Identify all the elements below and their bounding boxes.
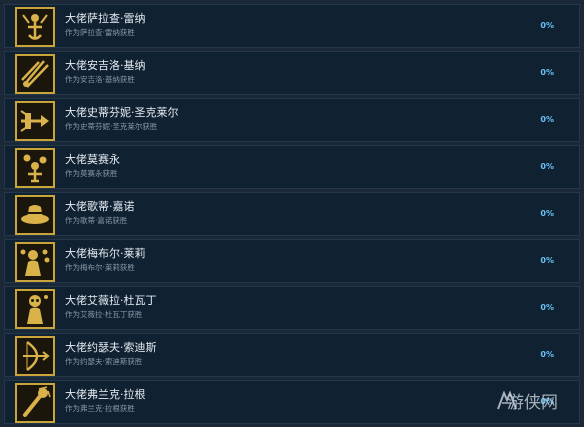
lady-coins-icon bbox=[15, 242, 55, 282]
club-icon bbox=[15, 383, 55, 423]
achievement-title: 大佬歌蒂·嘉诺 bbox=[65, 200, 135, 213]
achievement-row[interactable]: 大佬安吉洛·基纳 作为安吉洛·基纳获胜 0% bbox=[4, 51, 580, 95]
achievement-description: 作为安吉洛·基纳获胜 bbox=[65, 75, 135, 84]
achievement-row[interactable]: 大佬艾薇拉·杜瓦丁 作为艾薇拉·杜瓦丁获胜 0% bbox=[4, 286, 580, 330]
achievement-title: 大佬史蒂芬妮·圣克莱尔 bbox=[65, 106, 179, 119]
achievement-row[interactable]: 大佬莫赛永 作为莫赛永获胜 0% bbox=[4, 145, 580, 189]
archer-icon bbox=[15, 336, 55, 376]
achievement-description: 作为梅布尔·莱莉获胜 bbox=[65, 263, 135, 272]
achievement-row[interactable]: 大佬史蒂芬妮·圣克莱尔 作为史蒂芬妮·圣克莱尔获胜 0% bbox=[4, 98, 580, 142]
achievement-description: 作为歌蒂·嘉诺获胜 bbox=[65, 216, 128, 225]
hat-icon bbox=[15, 195, 55, 235]
achievement-row[interactable]: 大佬梅布尔·莱莉 作为梅布尔·莱莉获胜 0% bbox=[4, 239, 580, 283]
achievement-list: 大佬萨拉查·雷纳 作为萨拉查·雷纳获胜 0% 大佬安吉洛·基纳 作为安吉洛·基纳… bbox=[0, 0, 584, 427]
skull-lady-icon bbox=[15, 289, 55, 329]
achievement-title: 大佬艾薇拉·杜瓦丁 bbox=[65, 294, 157, 307]
achievement-row[interactable]: 大佬约瑟夫·索迪斯 作为约瑟夫·索迪斯获胜 0% bbox=[4, 333, 580, 377]
achievement-description: 作为弗兰克·拉根获胜 bbox=[65, 404, 135, 413]
achievement-description: 作为艾薇拉·杜瓦丁获胜 bbox=[65, 310, 143, 319]
achievement-description: 作为莫赛永获胜 bbox=[65, 169, 118, 178]
achievement-percent: 0% bbox=[540, 21, 554, 30]
achievement-description: 作为萨拉查·雷纳获胜 bbox=[65, 28, 135, 37]
anchor-figure-icon bbox=[15, 7, 55, 47]
achievement-title: 大佬弗兰克·拉根 bbox=[65, 388, 146, 401]
crossed-blades-icon bbox=[15, 54, 55, 94]
achievement-percent: 0% bbox=[540, 209, 554, 218]
achievement-percent: 0% bbox=[540, 256, 554, 265]
achievement-title: 大佬安吉洛·基纳 bbox=[65, 59, 146, 72]
dagger-hand-icon bbox=[15, 101, 55, 141]
achievement-percent: 0% bbox=[540, 350, 554, 359]
juggler-icon bbox=[15, 148, 55, 188]
achievement-row[interactable]: 大佬弗兰克·拉根 作为弗兰克·拉根获胜 0% bbox=[4, 380, 580, 424]
achievement-row[interactable]: 大佬歌蒂·嘉诺 作为歌蒂·嘉诺获胜 0% bbox=[4, 192, 580, 236]
achievement-row[interactable]: 大佬萨拉查·雷纳 作为萨拉查·雷纳获胜 0% bbox=[4, 4, 580, 48]
achievement-description: 作为约瑟夫·索迪斯获胜 bbox=[65, 357, 143, 366]
achievement-percent: 0% bbox=[540, 162, 554, 171]
achievement-percent: 0% bbox=[540, 115, 554, 124]
achievement-title: 大佬莫赛永 bbox=[65, 153, 120, 166]
watermark-text: 游侠网 bbox=[507, 393, 558, 413]
achievement-title: 大佬约瑟夫·索迪斯 bbox=[65, 341, 157, 354]
achievement-percent: 0% bbox=[540, 68, 554, 77]
achievement-title: 大佬梅布尔·莱莉 bbox=[65, 247, 146, 260]
achievement-title: 大佬萨拉查·雷纳 bbox=[65, 12, 146, 25]
achievement-percent: 0% bbox=[540, 303, 554, 312]
achievement-description: 作为史蒂芬妮·圣克莱尔获胜 bbox=[65, 122, 158, 131]
